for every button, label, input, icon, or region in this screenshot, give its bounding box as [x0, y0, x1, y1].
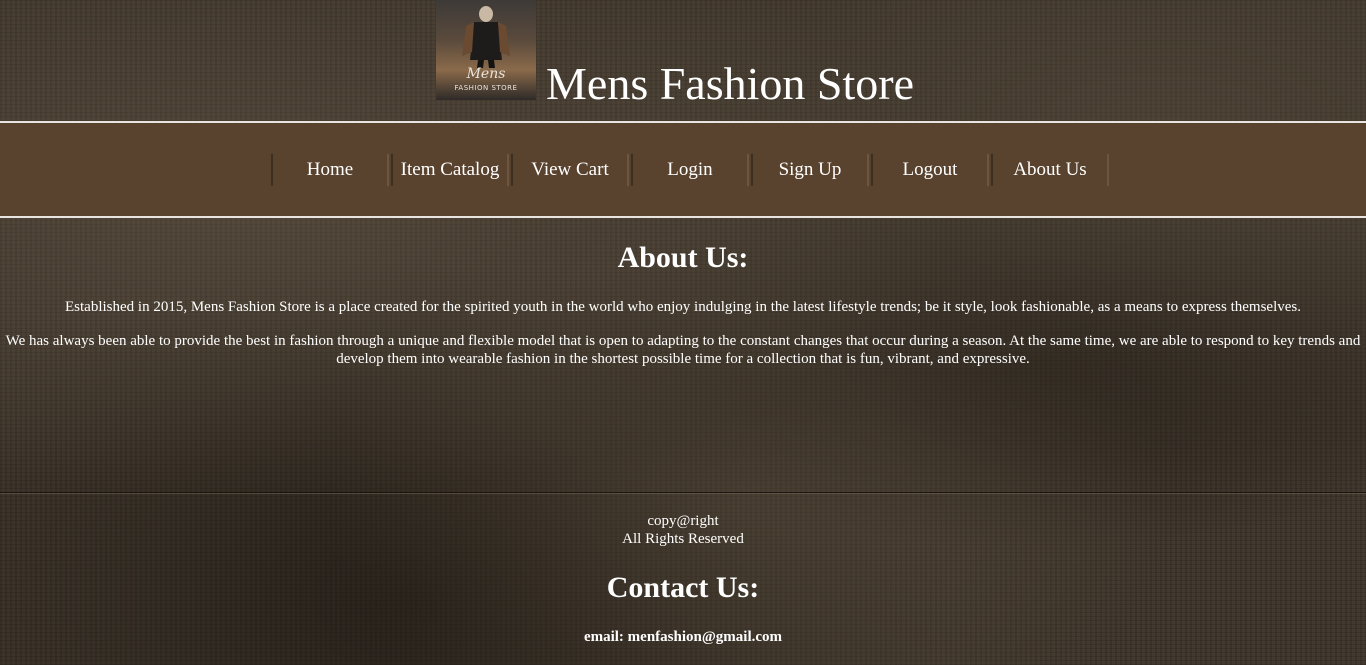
contact-heading: Contact Us: [606, 571, 760, 604]
nav-logout[interactable]: Logout [871, 154, 989, 186]
copyright-text: copy@right [647, 513, 719, 529]
about-paragraph-2: We has always been able to provide the b… [5, 333, 1361, 367]
contact-email: email: menfashion@gmail.com [583, 629, 783, 645]
site-header: Mens FASHION STORE Mens Fashion Store [0, 0, 1366, 121]
nav-list: Home Item Catalog View Cart Login Sign U… [271, 154, 1111, 186]
nav-view-cart[interactable]: View Cart [511, 154, 629, 186]
logo-text-store: FASHION STORE [454, 84, 518, 92]
site-title: Mens Fashion Store [546, 58, 914, 109]
footer: copy@right All Rights Reserved [0, 512, 1366, 548]
nav-item-catalog[interactable]: Item Catalog [391, 154, 509, 186]
rights-text: All Rights Reserved [622, 531, 744, 547]
about-heading: About Us: [617, 241, 749, 274]
nav-sign-up[interactable]: Sign Up [751, 154, 869, 186]
about-paragraph-1: Established in 2015, Mens Fashion Store … [65, 299, 1301, 315]
logo-text-mens: Mens [466, 66, 506, 82]
nav-about-us[interactable]: About Us [991, 154, 1109, 186]
nav-home[interactable]: Home [271, 154, 389, 186]
store-logo[interactable]: Mens FASHION STORE [436, 0, 536, 100]
footer-divider [0, 492, 1366, 494]
main-navbar: Home Item Catalog View Cart Login Sign U… [0, 121, 1366, 218]
nav-login[interactable]: Login [631, 154, 749, 186]
